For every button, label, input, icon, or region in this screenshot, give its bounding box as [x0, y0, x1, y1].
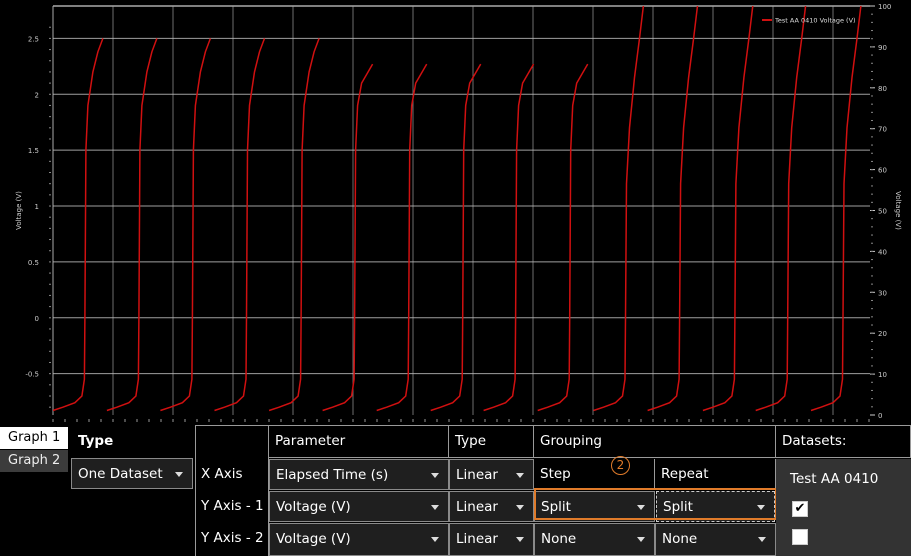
y2-dataset-checkbox[interactable] — [792, 529, 808, 545]
series-curve-cycle-6 — [322, 63, 374, 412]
y2-parameter-value: Voltage (V) — [276, 531, 351, 547]
row-label-x-axis: X Axis — [201, 466, 243, 482]
header-grouping: Grouping — [534, 426, 776, 458]
y1-dataset-checkbox[interactable]: ✔ — [792, 501, 808, 517]
y-axis-title: Voltage (V) — [15, 191, 23, 230]
y-tick-label: -0.5 — [25, 371, 39, 379]
series-curve-cycle-14 — [755, 6, 807, 412]
y-tick-label: 0.5 — [28, 259, 39, 267]
highlight-box — [534, 488, 777, 520]
y2-tick-label: 80 — [878, 85, 887, 93]
voltage-chart: -0.5 0 0.5 1 1.5 2 2.5 0 10 20 30 40 50 60 70 80 90 100 Vo… — [0, 0, 911, 425]
x-type-value: Linear — [456, 467, 498, 483]
series-curve-cycle-11 — [593, 6, 645, 412]
tab-graph-2[interactable]: Graph 2 — [0, 450, 68, 472]
y2-tick-label: 20 — [878, 330, 887, 338]
y2-tick-label: 100 — [878, 3, 891, 11]
series-curve-cycle-13 — [702, 6, 754, 412]
table-left-border — [195, 425, 196, 556]
row-label-y-axis-2: Y Axis - 2 — [201, 530, 264, 546]
y2-type-dropdown[interactable]: Linear — [449, 523, 534, 556]
subheader-step: Step — [534, 459, 655, 490]
series-curve-cycle-9 — [483, 63, 535, 412]
y1-parameter-value: Voltage (V) — [276, 499, 351, 515]
type-dropdown[interactable]: One Dataset — [71, 458, 193, 489]
y2-repeat-value: None — [662, 531, 698, 547]
datasets-panel: Test AA 0410 ✔ — [776, 459, 911, 556]
y2-parameter-dropdown[interactable]: Voltage (V) — [269, 523, 449, 556]
y-tick-label: 1.5 — [28, 147, 39, 155]
step-marker-badge: 2 — [611, 456, 630, 475]
chevron-down-icon — [431, 537, 439, 542]
series-curve-cycle-10 — [537, 63, 589, 412]
chevron-down-icon — [516, 505, 524, 510]
chevron-down-icon — [516, 537, 524, 542]
y1-type-dropdown[interactable]: Linear — [449, 491, 534, 522]
header-type: Type — [449, 426, 534, 458]
y2-repeat-dropdown[interactable]: None — [655, 523, 776, 556]
y-tick-label: 2.5 — [28, 35, 39, 43]
y2-tick-label: 30 — [878, 289, 887, 297]
y2-tick-label: 60 — [878, 167, 887, 175]
y2-step-dropdown[interactable]: None — [534, 523, 655, 556]
y2-tick-label: 70 — [878, 126, 887, 134]
type-label: Type — [78, 433, 114, 449]
x-type-dropdown[interactable]: Linear — [449, 459, 534, 490]
y2-tick-label: 0 — [878, 412, 882, 420]
y2-tick-label: 40 — [878, 248, 887, 256]
y2-tick-label: 10 — [878, 371, 887, 379]
y2-tick-label: 50 — [878, 208, 887, 216]
chevron-down-icon — [431, 505, 439, 510]
row-label-y-axis-1: Y Axis - 1 — [201, 498, 264, 514]
tab-graph-1[interactable]: Graph 1 — [0, 427, 68, 449]
dataset-name: Test AA 0410 — [790, 471, 879, 487]
type-value: One Dataset — [78, 466, 163, 482]
y2-type-value: Linear — [456, 531, 498, 547]
y2-step-value: None — [541, 531, 577, 547]
chevron-down-icon — [637, 537, 645, 542]
x-parameter-value: Elapsed Time (s) — [276, 467, 389, 483]
y2-tick-label: 90 — [878, 44, 887, 52]
chevron-down-icon — [175, 472, 183, 477]
y-tick-label: 0 — [35, 315, 39, 323]
y1-type-value: Linear — [456, 499, 498, 515]
series-curve-cycle-7 — [376, 63, 428, 412]
legend-label: Test AA 0410 Voltage (V) — [774, 17, 856, 25]
y-tick-label: 2 — [35, 91, 39, 99]
subheader-repeat: Repeat — [655, 459, 776, 490]
series-curve-cycle-12 — [647, 6, 699, 412]
y1-parameter-dropdown[interactable]: Voltage (V) — [269, 491, 449, 522]
chevron-down-icon — [758, 537, 766, 542]
chevron-down-icon — [431, 473, 439, 478]
header-datasets: Datasets: — [776, 426, 911, 458]
y-tick-label: 1 — [35, 203, 39, 211]
series-curve-cycle-15 — [810, 6, 862, 412]
header-parameter: Parameter — [269, 426, 449, 458]
chevron-down-icon — [516, 473, 524, 478]
x-parameter-dropdown[interactable]: Elapsed Time (s) — [269, 459, 449, 490]
y2-axis-title: Voltage (V) — [894, 191, 902, 230]
